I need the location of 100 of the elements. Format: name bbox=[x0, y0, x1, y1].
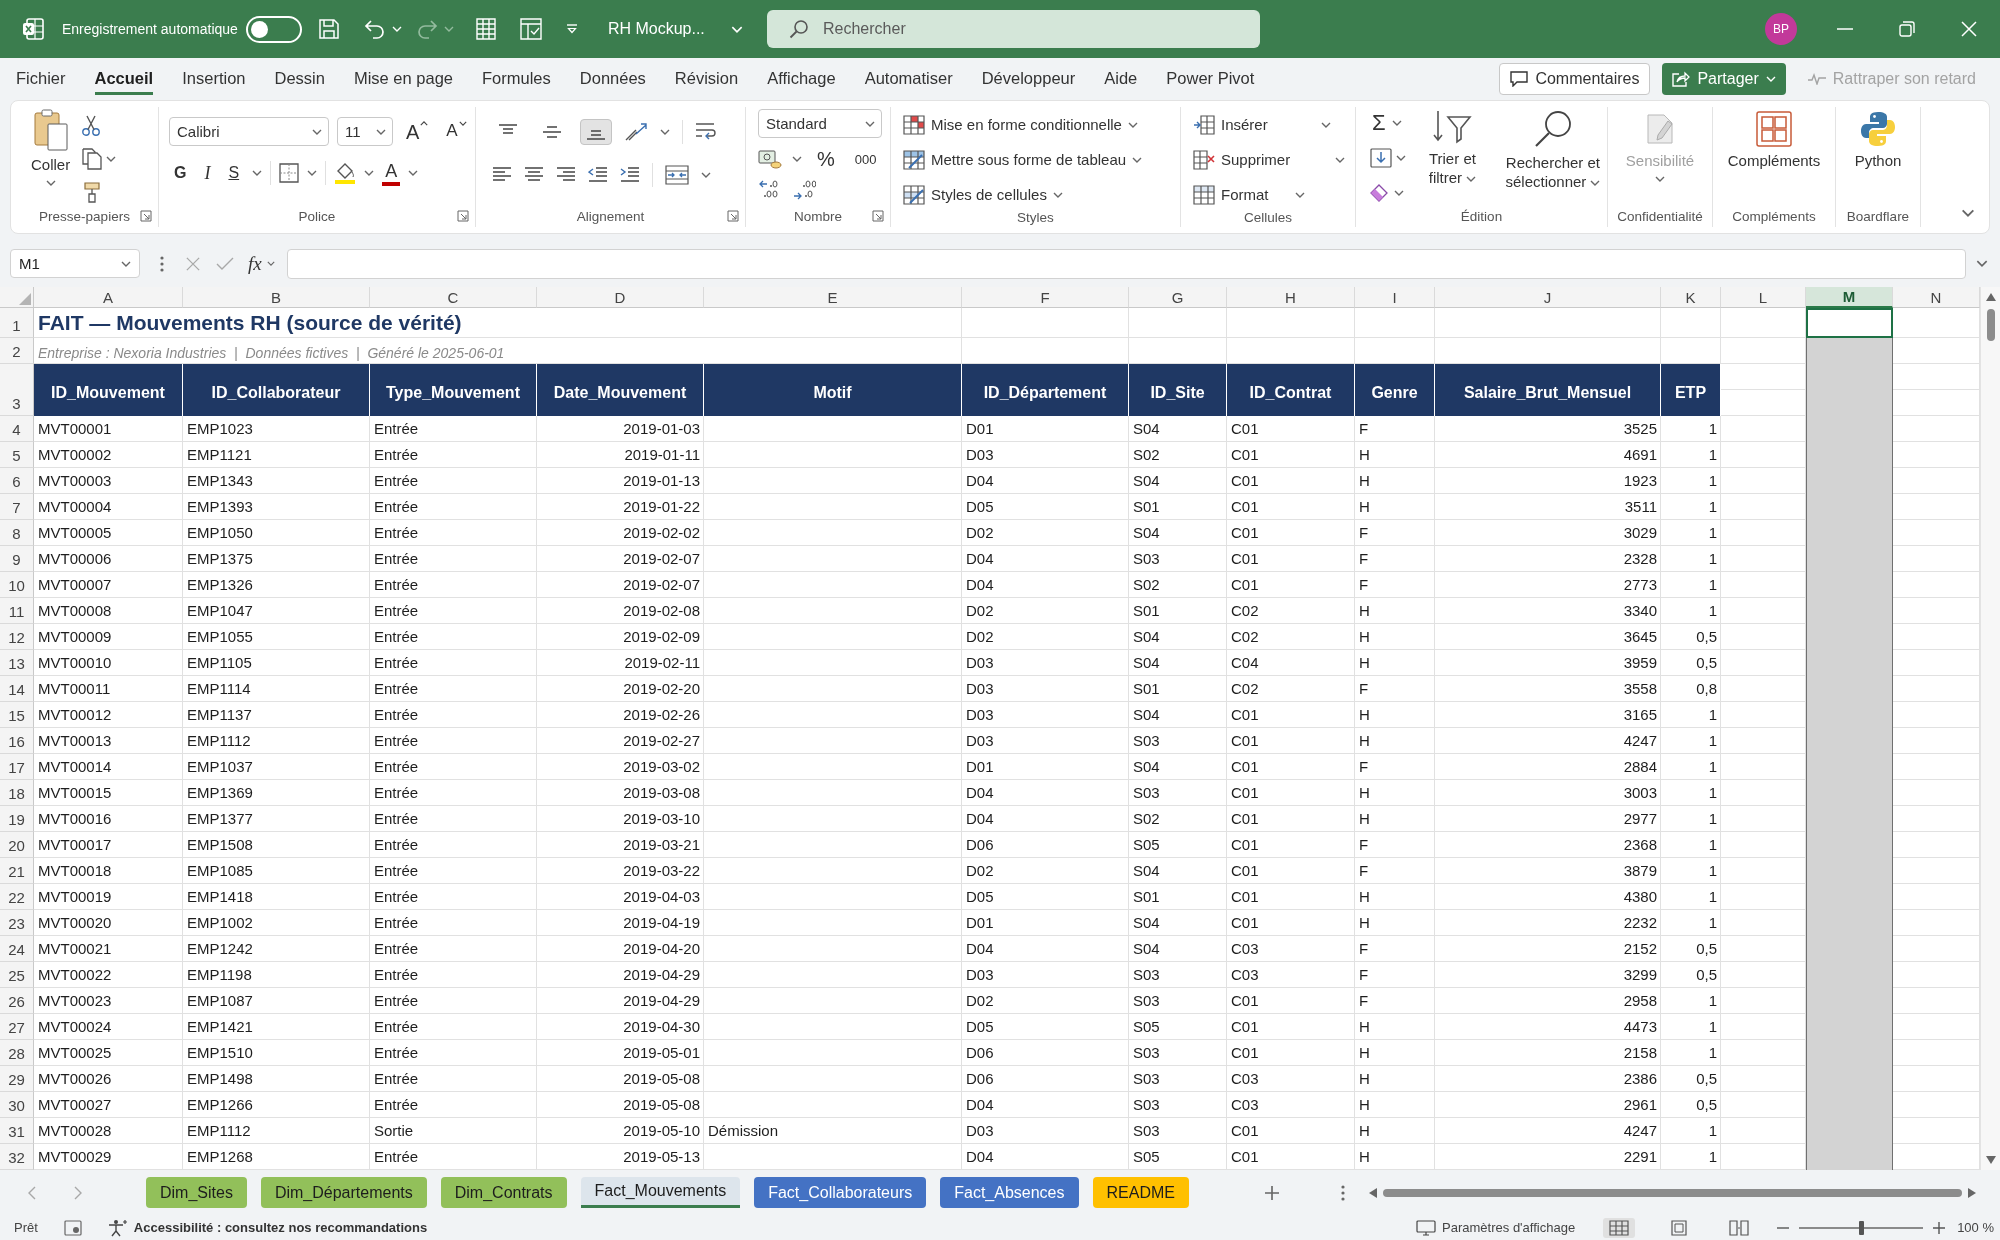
row-number[interactable]: 2 bbox=[0, 338, 34, 364]
undo-icon[interactable] bbox=[363, 19, 386, 39]
scrollbar-thumb[interactable] bbox=[1986, 309, 1995, 341]
scrollbar-thumb[interactable] bbox=[1382, 1188, 1962, 1197]
row-number[interactable]: 21 bbox=[0, 858, 34, 884]
scissors-icon[interactable] bbox=[82, 115, 101, 137]
scroll-down-icon[interactable] bbox=[1985, 1156, 1996, 1164]
zoom-in-icon[interactable] bbox=[1933, 1221, 1946, 1234]
row-number[interactable]: 8 bbox=[0, 520, 34, 546]
menu-tab[interactable]: Insertion bbox=[182, 63, 246, 95]
row-number[interactable]: 19 bbox=[0, 806, 34, 832]
menu-tab[interactable]: Automatiser bbox=[864, 63, 953, 95]
menu-tab[interactable]: Fichier bbox=[16, 63, 66, 95]
paint-bucket-icon[interactable] bbox=[334, 162, 357, 184]
sheet-tab[interactable]: Fact_Collaborateurs bbox=[754, 1177, 927, 1208]
row-number[interactable]: 27 bbox=[0, 1014, 34, 1040]
more-options-icon[interactable] bbox=[160, 255, 164, 272]
number-format-field[interactable]: Standard bbox=[758, 109, 882, 138]
column-letter[interactable]: C bbox=[370, 287, 537, 308]
autosum-button[interactable]: Σ bbox=[1370, 109, 1388, 136]
column-letter[interactable]: A bbox=[34, 287, 183, 308]
dialog-launcher-icon[interactable] bbox=[140, 210, 152, 222]
thousands-button[interactable]: 000 bbox=[849, 146, 882, 172]
insert-function-button[interactable]: fx bbox=[248, 252, 275, 275]
insert-button[interactable]: Insérer bbox=[1193, 111, 1331, 138]
text-orientation-icon[interactable] bbox=[624, 122, 648, 142]
format-button[interactable]: Format bbox=[1193, 181, 1305, 208]
row-number[interactable]: 14 bbox=[0, 676, 34, 702]
normal-view-button[interactable] bbox=[1603, 1217, 1636, 1238]
python-button[interactable]: Python bbox=[1854, 111, 1902, 171]
column-letter[interactable]: B bbox=[183, 287, 370, 308]
menu-tab[interactable]: Aide bbox=[1104, 63, 1138, 95]
row-number[interactable]: 3 bbox=[0, 364, 34, 416]
zoom-out-icon[interactable] bbox=[1777, 1226, 1790, 1229]
caret-icon[interactable] bbox=[1976, 260, 1988, 267]
row-number[interactable]: 32 bbox=[0, 1144, 34, 1170]
row-number[interactable]: 1 bbox=[0, 308, 34, 338]
row-number[interactable]: 29 bbox=[0, 1066, 34, 1092]
row-number[interactable]: 11 bbox=[0, 598, 34, 624]
decrease-decimal-icon[interactable] bbox=[792, 180, 816, 200]
share-button[interactable]: Partager bbox=[1662, 63, 1786, 95]
fill-down-icon[interactable] bbox=[1370, 147, 1392, 168]
scroll-left-icon[interactable] bbox=[1368, 1187, 1377, 1198]
column-letter[interactable]: G bbox=[1129, 287, 1227, 308]
bold-button[interactable]: G bbox=[169, 160, 192, 186]
add-ins-button[interactable]: Compléments bbox=[1727, 111, 1821, 171]
scroll-up-icon[interactable] bbox=[1985, 293, 1996, 301]
check-icon[interactable] bbox=[216, 256, 234, 271]
document-title[interactable]: RH Mockup... bbox=[607, 20, 705, 38]
caret-icon[interactable] bbox=[1396, 154, 1406, 161]
underline-button[interactable]: S bbox=[223, 160, 245, 186]
increase-indent-icon[interactable] bbox=[620, 167, 640, 183]
formula-input[interactable] bbox=[286, 248, 1966, 279]
accessibility-icon[interactable] bbox=[107, 1218, 128, 1237]
menu-tab[interactable]: Formules bbox=[482, 63, 551, 95]
column-letter[interactable]: D bbox=[537, 287, 704, 308]
search-field[interactable]: Rechercher bbox=[767, 10, 1260, 48]
menu-tab[interactable]: Mise en page bbox=[353, 63, 454, 95]
align-left-icon[interactable] bbox=[492, 167, 512, 183]
italic-button[interactable]: I bbox=[199, 160, 216, 186]
column-letter[interactable]: E bbox=[704, 287, 962, 308]
borders-icon[interactable] bbox=[279, 163, 300, 183]
row-number[interactable]: 24 bbox=[0, 936, 34, 962]
wrap-text-icon[interactable] bbox=[695, 122, 717, 142]
restore-icon[interactable] bbox=[1899, 21, 1915, 37]
money-icon[interactable] bbox=[758, 149, 782, 169]
account-avatar[interactable]: BP bbox=[1765, 13, 1797, 45]
row-number[interactable]: 13 bbox=[0, 650, 34, 676]
menu-tab[interactable]: Dessin bbox=[274, 63, 325, 95]
record-icon[interactable] bbox=[63, 1219, 82, 1236]
font-name-field[interactable]: Calibri bbox=[169, 117, 329, 146]
menu-tab[interactable]: Développeur bbox=[981, 63, 1076, 95]
dialog-launcher-icon[interactable] bbox=[872, 210, 884, 222]
row-number[interactable]: 25 bbox=[0, 962, 34, 988]
row-number[interactable]: 6 bbox=[0, 468, 34, 494]
sort-filter-button[interactable]: Trier et filtrer bbox=[1418, 109, 1487, 188]
caret-icon[interactable] bbox=[307, 170, 318, 176]
vertical-scrollbar[interactable] bbox=[1980, 287, 2000, 1170]
row-number[interactable]: 10 bbox=[0, 572, 34, 598]
sheet-tab[interactable]: Dim_Contrats bbox=[440, 1177, 567, 1208]
row-number[interactable]: 22 bbox=[0, 884, 34, 910]
caret-icon[interactable] bbox=[1391, 119, 1402, 126]
caret-icon[interactable] bbox=[408, 170, 419, 176]
menu-tab[interactable]: Données bbox=[579, 63, 646, 95]
format-as-table-button[interactable]: Mettre sous forme de tableau bbox=[903, 146, 1143, 173]
row-number[interactable]: 7 bbox=[0, 494, 34, 520]
row-number[interactable]: 9 bbox=[0, 546, 34, 572]
caret-icon[interactable] bbox=[792, 156, 802, 162]
column-letter[interactable]: J bbox=[1435, 287, 1661, 308]
zoom-level[interactable]: 100 % bbox=[1957, 1220, 1994, 1235]
column-letter[interactable]: I bbox=[1355, 287, 1435, 308]
decrease-indent-icon[interactable] bbox=[588, 167, 608, 183]
column-letter[interactable]: M bbox=[1806, 287, 1893, 308]
row-number[interactable]: 16 bbox=[0, 728, 34, 754]
cell-styles-button[interactable]: Styles de cellules bbox=[903, 181, 1143, 208]
grid-icon[interactable] bbox=[475, 18, 496, 40]
row-number[interactable]: 15 bbox=[0, 702, 34, 728]
dialog-launcher-icon[interactable] bbox=[727, 210, 739, 222]
merge-cells-icon[interactable] bbox=[665, 165, 689, 185]
align-bottom-button[interactable] bbox=[580, 119, 612, 145]
